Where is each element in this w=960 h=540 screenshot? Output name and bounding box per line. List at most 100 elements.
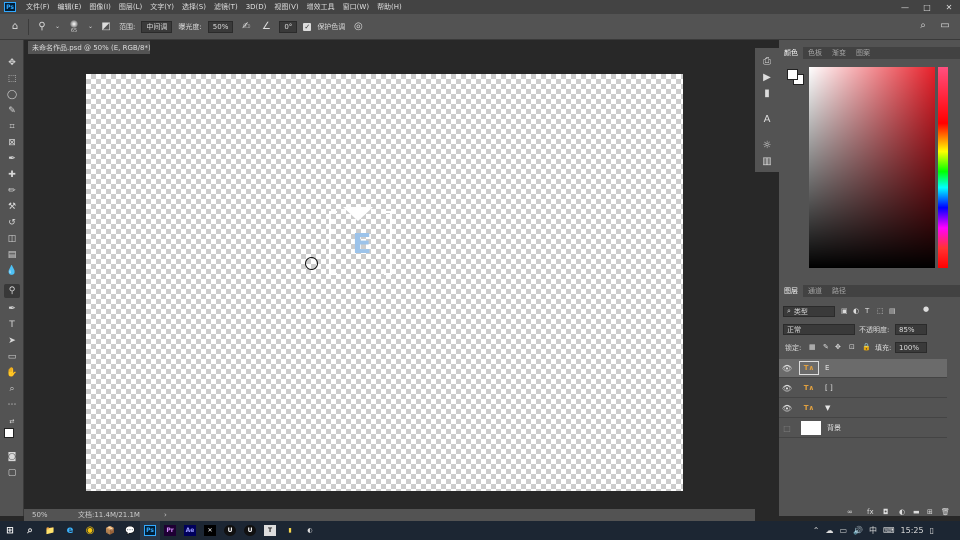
chevron-up-icon[interactable]: ⌃ xyxy=(813,526,820,535)
menu-layer[interactable]: 图层(L) xyxy=(115,2,146,12)
tab-channels[interactable]: 通道 xyxy=(803,286,827,296)
link-layers-icon[interactable]: ∞ xyxy=(847,508,853,516)
adjustment-layer-icon[interactable]: ◐ xyxy=(899,508,905,516)
angle-input[interactable]: 0° xyxy=(279,20,298,33)
menu-select[interactable]: 选择(S) xyxy=(178,2,210,12)
range-select[interactable]: 中间调 xyxy=(141,20,173,33)
minimize-button[interactable]: — xyxy=(894,0,916,14)
dodge-tool-preset-icon[interactable]: ⚲ xyxy=(35,21,49,32)
document-tab[interactable]: 未命名作品.psd @ 50% (E, RGB/8*) × xyxy=(28,41,150,54)
filter-smart-object-icon[interactable]: ▤ xyxy=(889,307,896,315)
input-method-indicator[interactable]: 中 xyxy=(869,525,877,536)
airbrush-icon[interactable]: ✍ xyxy=(239,21,253,32)
home-icon[interactable]: ⌂ xyxy=(8,21,22,32)
tab-swatches[interactable]: 色板 xyxy=(803,48,827,58)
filter-shape-icon[interactable]: ⬚ xyxy=(877,307,884,315)
eyedropper-tool-icon[interactable]: ✒ xyxy=(4,152,20,166)
taskbar-app-wechat[interactable]: 💬 xyxy=(120,521,140,540)
hue-slider[interactable] xyxy=(938,67,948,268)
shape-tool-icon[interactable]: ▭ xyxy=(4,350,20,364)
move-tool-icon[interactable]: ✥ xyxy=(4,56,20,70)
taskbar-app-unreal[interactable]: U xyxy=(220,521,240,540)
menu-type[interactable]: 文字(Y) xyxy=(146,2,178,12)
lasso-tool-icon[interactable]: ◯ xyxy=(4,88,20,102)
layer-name[interactable]: 背景 xyxy=(827,423,841,433)
hand-tool-icon[interactable]: ✋ xyxy=(4,366,20,380)
type-tool-icon[interactable]: T xyxy=(4,318,20,332)
layer-row[interactable]: □ 背景 xyxy=(779,419,947,438)
eye-icon[interactable]: 👁 xyxy=(779,364,795,373)
zoom-tool-icon[interactable]: ⌕ xyxy=(4,382,20,396)
dodge-tool-icon[interactable]: ⚲ xyxy=(4,284,20,298)
quick-select-tool-icon[interactable]: ✎ xyxy=(4,104,20,118)
pressure-size-icon[interactable]: ◎ xyxy=(351,21,365,32)
tab-color[interactable]: 颜色 xyxy=(779,47,803,59)
history-panel-icon[interactable]: ⎙ xyxy=(759,54,775,68)
network-icon[interactable]: ▭ xyxy=(839,526,847,535)
layer-name[interactable]: ▼ xyxy=(825,404,830,412)
taskbar-app-premiere[interactable]: Pr xyxy=(160,521,180,540)
clock[interactable]: 15:25 xyxy=(901,526,924,535)
color-picker-field[interactable] xyxy=(809,67,935,268)
search-button[interactable]: ⌕ xyxy=(20,521,40,540)
menu-help[interactable]: 帮助(H) xyxy=(373,2,406,12)
crop-tool-icon[interactable]: ⌗ xyxy=(4,120,20,134)
notification-icon[interactable]: ▯ xyxy=(930,526,934,535)
taskbar-app-unreal-2[interactable]: U xyxy=(240,521,260,540)
lock-pixels-icon[interactable]: ✎ xyxy=(823,343,829,351)
tab-gradients[interactable]: 渐变 xyxy=(827,48,851,58)
filter-pixel-icon[interactable]: ▣ xyxy=(841,307,848,315)
swap-colors-icon[interactable]: ⇄ xyxy=(4,414,20,428)
eye-hidden-icon[interactable]: □ xyxy=(779,424,795,433)
delete-layer-icon[interactable]: 🗑 xyxy=(941,508,950,516)
eye-icon[interactable]: 👁 xyxy=(779,384,795,393)
search-icon[interactable]: ⌕ xyxy=(916,20,930,31)
taskbar-app-chrome[interactable]: ◉ xyxy=(80,521,100,540)
chevron-down-icon[interactable]: ⌄ xyxy=(88,23,93,30)
blur-tool-icon[interactable]: 💧 xyxy=(4,264,20,278)
gradient-tool-icon[interactable]: ▤ xyxy=(4,248,20,262)
taskbar-app-capcut[interactable]: ✕ xyxy=(200,521,220,540)
canvas[interactable] xyxy=(86,74,683,491)
layer-filter-select[interactable]: ⌕ 类型 xyxy=(783,306,835,317)
zoom-level[interactable]: 50% xyxy=(24,511,66,519)
add-mask-icon[interactable]: ◘ xyxy=(883,508,889,516)
tab-layers[interactable]: 图层 xyxy=(779,285,803,297)
layer-style-icon[interactable]: fx xyxy=(867,508,874,516)
pen-tool-icon[interactable]: ✒ xyxy=(4,302,20,316)
menu-file[interactable]: 文件(F) xyxy=(22,2,54,12)
adjustments-icon[interactable]: ☼ xyxy=(759,138,775,152)
brush-tool-icon[interactable]: ✏ xyxy=(4,184,20,198)
taskbar-app-explorer[interactable]: 📁 xyxy=(40,521,60,540)
tab-patterns[interactable]: 图案 xyxy=(851,48,875,58)
menu-filter[interactable]: 滤镜(T) xyxy=(210,2,242,12)
blend-mode-select[interactable]: 正常 xyxy=(783,324,855,335)
histogram-icon[interactable]: ▥ xyxy=(759,154,775,168)
eye-icon[interactable]: 👁 xyxy=(779,404,795,413)
comments-icon[interactable]: ▮ xyxy=(759,86,775,100)
cloud-icon[interactable]: ☁ xyxy=(825,526,833,535)
new-layer-icon[interactable]: ⊞ xyxy=(927,508,933,516)
tab-paths[interactable]: 路径 xyxy=(827,286,851,296)
layer-row[interactable]: 👁 T∧ [ ] xyxy=(779,379,947,398)
foreground-color-swatch[interactable] xyxy=(787,69,798,80)
marquee-tool-icon[interactable]: ⬚ xyxy=(4,72,20,86)
taskbar-app-after-effects[interactable]: Ae xyxy=(180,521,200,540)
menu-edit[interactable]: 编辑(E) xyxy=(54,2,86,12)
fill-input[interactable]: 100% xyxy=(895,342,927,353)
actions-play-icon[interactable]: ▶ xyxy=(759,70,775,84)
healing-tool-icon[interactable]: ✚ xyxy=(4,168,20,182)
eraser-tool-icon[interactable]: ◫ xyxy=(4,232,20,246)
status-menu-arrow[interactable]: › xyxy=(164,511,167,519)
volume-icon[interactable]: 🔊 xyxy=(853,526,863,535)
chevron-down-icon[interactable]: ⌄ xyxy=(55,23,60,30)
taskbar-app-obs[interactable]: ◐ xyxy=(300,521,320,540)
filter-toggle-icon[interactable]: ● xyxy=(923,305,929,313)
new-group-icon[interactable]: ▬ xyxy=(913,508,920,516)
taskbar-app-archive[interactable]: 📦 xyxy=(100,521,120,540)
frame-tool-icon[interactable]: ⊠ xyxy=(4,136,20,150)
lock-transparent-icon[interactable]: ▦ xyxy=(809,343,816,351)
more-tools-icon[interactable]: ⋯ xyxy=(4,398,20,412)
history-brush-icon[interactable]: ↺ xyxy=(4,216,20,230)
character-panel-icon[interactable]: A xyxy=(759,112,775,126)
